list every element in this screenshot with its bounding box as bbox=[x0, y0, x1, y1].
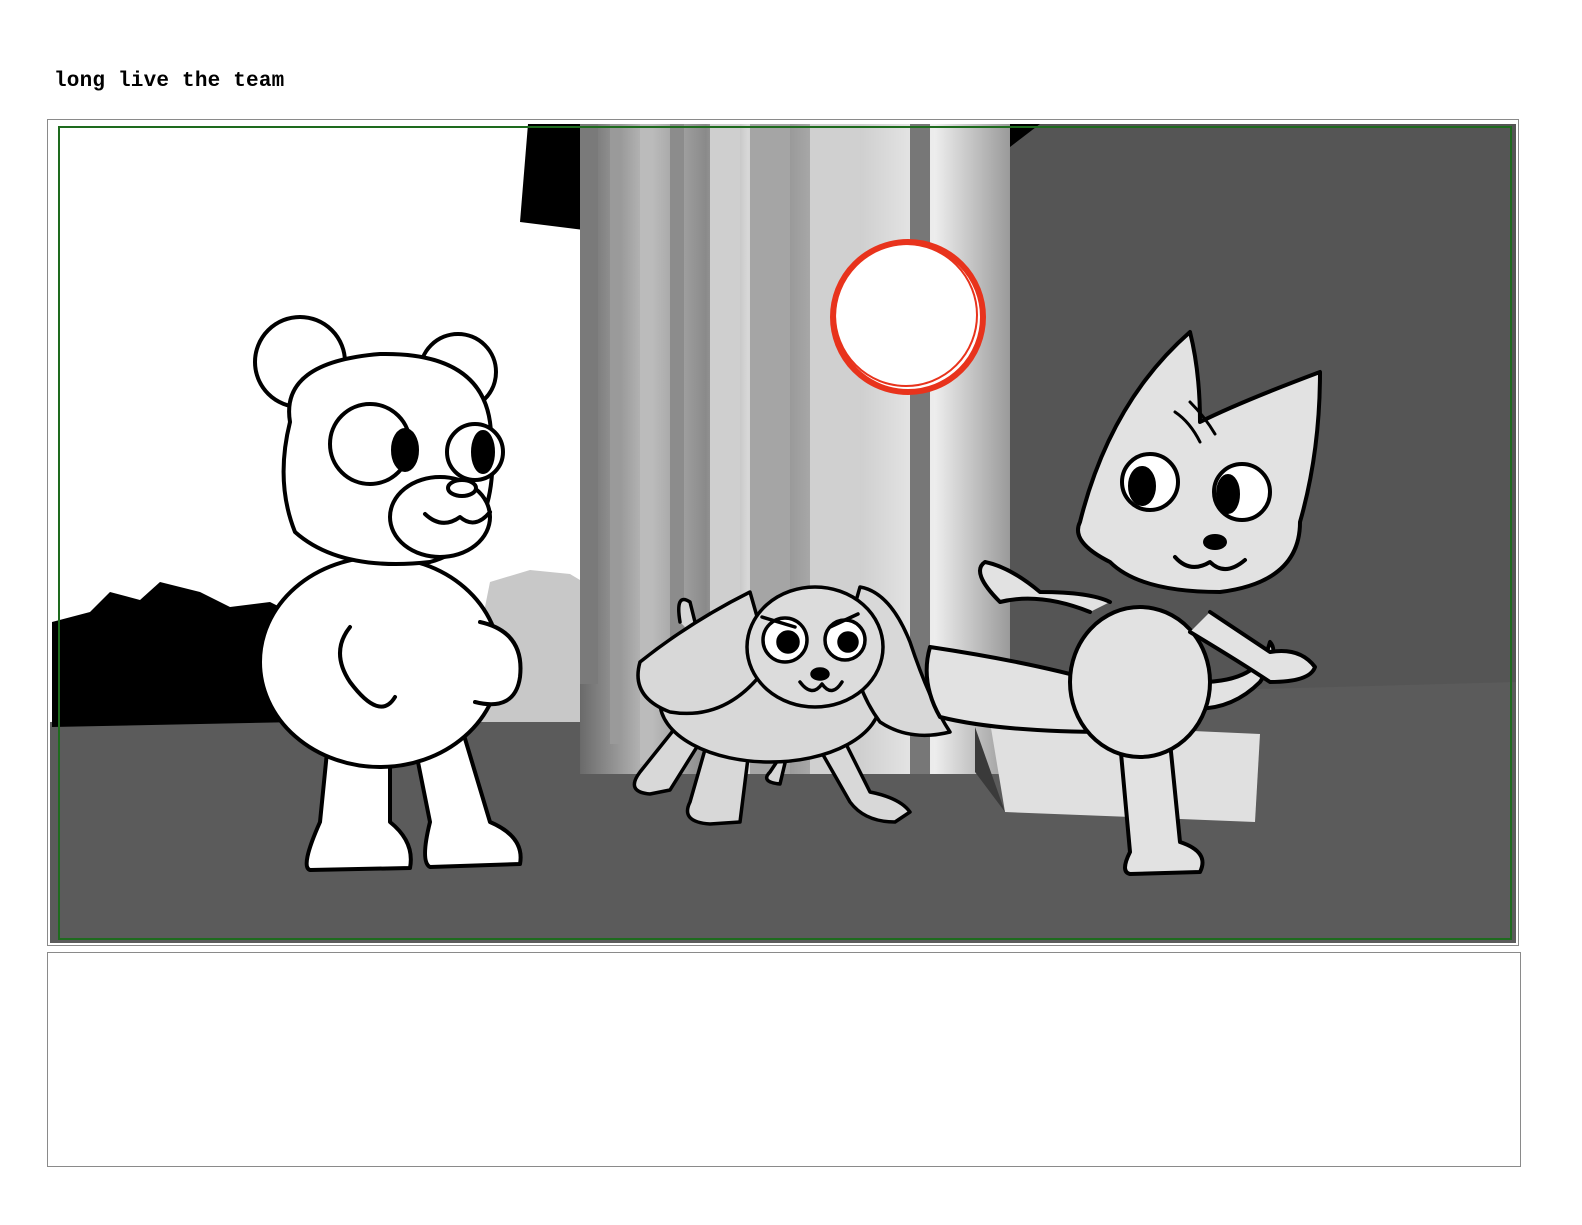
caption-box bbox=[47, 952, 1521, 1167]
page-title: long live the team bbox=[54, 70, 285, 93]
panel-artwork bbox=[50, 122, 1516, 943]
ball bbox=[830, 239, 986, 395]
storyboard-panel bbox=[47, 119, 1519, 946]
